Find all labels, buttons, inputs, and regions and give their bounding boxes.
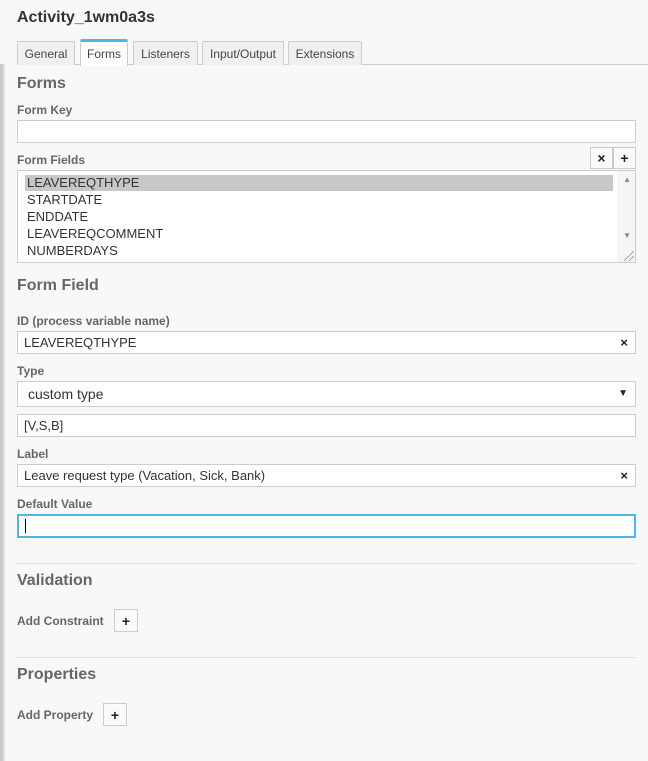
- tab-extensions[interactable]: Extensions: [288, 41, 362, 65]
- form-fields-list[interactable]: LEAVEREQTHYPE STARTDATE ENDDATE LEAVEREQ…: [17, 170, 636, 263]
- id-label: ID (process variable name): [17, 314, 170, 328]
- panel-title: Activity_1wm0a3s: [17, 9, 155, 26]
- scroll-up-icon[interactable]: ▲: [623, 175, 631, 184]
- label-value: Leave request type (Vacation, Sick, Bank…: [24, 468, 266, 483]
- form-key-input[interactable]: [17, 120, 636, 143]
- default-value-input[interactable]: [17, 514, 636, 538]
- add-form-field-button[interactable]: +: [613, 147, 636, 169]
- remove-form-field-button[interactable]: ×: [590, 147, 613, 169]
- close-icon: ×: [597, 150, 606, 166]
- tab-forms[interactable]: Forms: [80, 39, 128, 66]
- type-label: Type: [17, 364, 45, 378]
- label-label: Label: [17, 447, 49, 461]
- plus-icon: +: [121, 612, 131, 629]
- list-item[interactable]: ENDDATE: [25, 209, 613, 225]
- form-field-section-title: Form Field: [17, 277, 99, 294]
- list-scrollbar[interactable]: ▲ ▼: [617, 171, 635, 262]
- id-input[interactable]: LEAVEREQTHYPE ×: [17, 331, 636, 354]
- plus-icon: +: [110, 706, 120, 723]
- properties-section-title: Properties: [17, 666, 97, 683]
- text-caret: [25, 519, 26, 533]
- list-item[interactable]: LEAVEREQCOMMENT: [25, 226, 613, 242]
- clear-icon[interactable]: ×: [620, 468, 628, 483]
- divider: [17, 563, 636, 564]
- resize-handle-icon[interactable]: [624, 251, 634, 261]
- add-constraint-button[interactable]: +: [114, 609, 138, 632]
- validation-section-title: Validation: [17, 572, 93, 589]
- type-value: custom type: [28, 386, 104, 402]
- clear-icon[interactable]: ×: [620, 335, 628, 350]
- divider: [17, 657, 636, 658]
- panel-left-border-inner: [3, 64, 5, 761]
- id-value: LEAVEREQTHYPE: [24, 335, 137, 350]
- chevron-down-icon: ▼: [618, 388, 628, 399]
- default-value-label: Default Value: [17, 497, 93, 511]
- tab-general[interactable]: General: [17, 41, 75, 65]
- label-input[interactable]: Leave request type (Vacation, Sick, Bank…: [17, 464, 636, 487]
- list-item[interactable]: LEAVEREQTHYPE: [25, 175, 613, 191]
- tab-listeners[interactable]: Listeners: [133, 41, 198, 65]
- form-fields-label: Form Fields: [17, 153, 86, 167]
- forms-section-title: Forms: [17, 75, 66, 92]
- tab-input-output[interactable]: Input/Output: [202, 41, 284, 65]
- plus-icon: +: [620, 150, 629, 166]
- custom-type-input[interactable]: [V,S,B]: [17, 414, 636, 437]
- list-item[interactable]: STARTDATE: [25, 192, 613, 208]
- add-property-label: Add Property: [17, 708, 94, 722]
- add-constraint-label: Add Constraint: [17, 614, 104, 628]
- tab-bar: General Forms Listeners Input/Output Ext…: [17, 39, 648, 66]
- scroll-down-icon[interactable]: ▼: [623, 231, 631, 240]
- type-select[interactable]: custom type ▼: [17, 381, 636, 407]
- add-property-button[interactable]: +: [103, 703, 127, 726]
- form-key-label: Form Key: [17, 103, 73, 117]
- list-item[interactable]: NUMBERDAYS: [25, 243, 613, 259]
